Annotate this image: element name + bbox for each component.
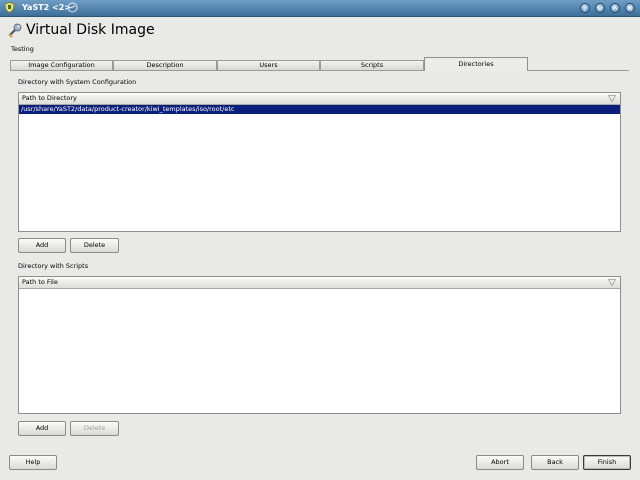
close-icon[interactable]: [625, 3, 635, 13]
add-script-button[interactable]: Add: [18, 421, 66, 436]
column-header-path[interactable]: Path to Directory: [19, 93, 620, 105]
back-button[interactable]: Back: [531, 455, 579, 470]
finish-button[interactable]: Finish: [583, 455, 631, 470]
help-button-label: Help: [25, 458, 41, 466]
tab-image-configuration[interactable]: Image Configuration: [10, 60, 113, 70]
tab-scripts[interactable]: Scripts: [320, 60, 424, 70]
abort-button-label: Abort: [491, 458, 509, 466]
help-button[interactable]: Help: [9, 455, 57, 470]
minimize-icon[interactable]: [595, 3, 605, 13]
delete-button-label: Delete: [83, 424, 106, 432]
column-header-label: Path to Directory: [22, 94, 77, 102]
page-subtitle: Testing: [11, 45, 34, 53]
svg-text:?: ?: [583, 6, 586, 12]
tab-users[interactable]: Users: [217, 60, 320, 70]
scripts-label: Directory with Scripts: [18, 262, 89, 270]
window-title: YaST2 <2>: [22, 3, 71, 12]
system-config-label: Directory with System Configuration: [18, 78, 137, 86]
yast-shield-icon[interactable]: [4, 2, 15, 13]
back-button-label: Back: [547, 458, 563, 466]
page-title: Virtual Disk Image: [26, 22, 155, 38]
add-system-config-button[interactable]: Add: [18, 238, 66, 253]
sort-icon[interactable]: [607, 279, 617, 287]
list-item[interactable]: /usr/share/YaST2/data/product-creator/ki…: [19, 105, 620, 114]
delete-script-button[interactable]: Delete: [70, 421, 119, 436]
add-button-label: Add: [35, 241, 49, 249]
maximize-icon[interactable]: [610, 3, 620, 13]
help-icon[interactable]: ?: [580, 3, 590, 13]
sort-icon[interactable]: [607, 95, 617, 103]
delete-system-config-button[interactable]: Delete: [70, 238, 119, 253]
window-titlebar[interactable]: YaST2 <2> ?: [0, 0, 640, 17]
delete-button-label: Delete: [83, 241, 106, 249]
tab-directories[interactable]: Directories: [424, 57, 528, 71]
abort-button[interactable]: Abort: [476, 455, 524, 470]
column-header-file[interactable]: Path to File: [19, 277, 620, 289]
add-button-label: Add: [35, 424, 49, 432]
wrench-icon: [7, 22, 23, 38]
tab-description[interactable]: Description: [113, 60, 217, 70]
pin-icon[interactable]: [67, 2, 78, 13]
finish-button-label: Finish: [597, 458, 617, 466]
scripts-list[interactable]: Path to File: [18, 276, 621, 414]
column-header-label: Path to File: [22, 278, 58, 286]
system-config-list[interactable]: Path to Directory /usr/share/YaST2/data/…: [18, 92, 621, 232]
